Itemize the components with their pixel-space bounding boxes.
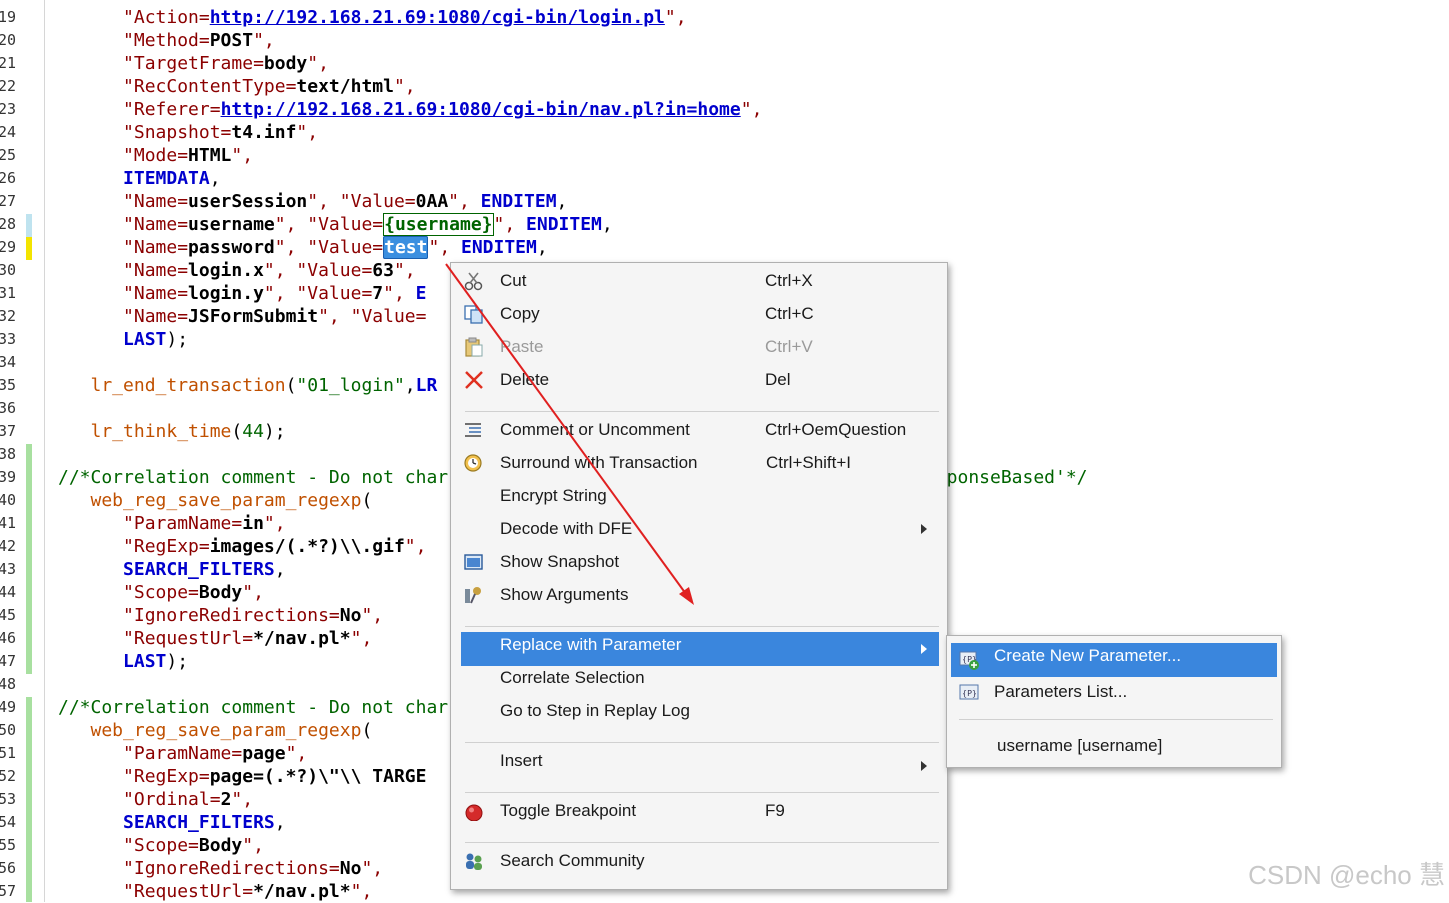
annotation-arrow <box>445 263 694 605</box>
watermark: CSDN @echo 慧 <box>1248 860 1445 890</box>
